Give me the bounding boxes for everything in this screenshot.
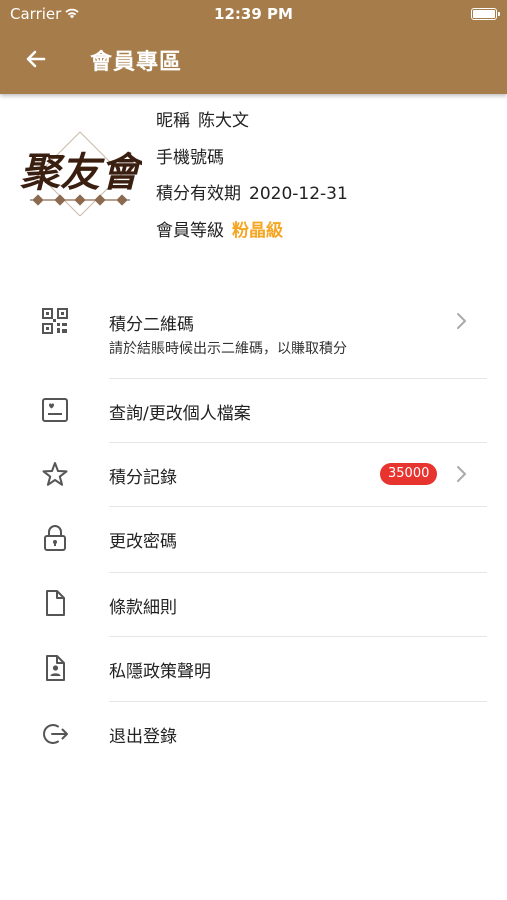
chevron-right-icon (457, 466, 466, 482)
status-bar: Carrier 12:39 PM (0, 5, 507, 25)
menu-item-privacy[interactable]: 私隱政策聲明 (0, 636, 507, 700)
member-level-value: 粉晶級 (232, 221, 283, 241)
lock-icon (44, 525, 66, 551)
phone-row: 手機號碼 (156, 143, 232, 168)
qr-code-icon (42, 308, 68, 334)
menu-item-points-qr[interactable]: 積分二維碼 請於結賬時候出示二維碼，以賺取積分 (0, 296, 507, 378)
nickname-label: 昵稱 (156, 111, 190, 131)
chevron-right-icon (457, 313, 466, 329)
menu-item-logout[interactable]: 退出登錄 (0, 701, 507, 765)
nickname-row: 昵稱 陈大文 (156, 106, 249, 131)
clock: 12:39 PM (214, 5, 293, 23)
star-icon (42, 462, 68, 486)
menu-item-terms[interactable]: 條款細則 (0, 572, 507, 636)
document-icon (46, 590, 65, 616)
points-expiry-value: 2020-12-31 (249, 184, 348, 204)
menu-label-privacy: 私隱政策聲明 (109, 662, 211, 682)
phone-label: 手機號碼 (156, 148, 224, 168)
battery-icon (471, 8, 500, 20)
points-expiry-label: 積分有效期 (156, 184, 241, 204)
menu-label-profile: 查詢/更改個人檔案 (109, 404, 251, 424)
id-card-icon (42, 398, 68, 422)
club-logo: 聚友會 (18, 130, 147, 217)
app-header: Carrier 12:39 PM 會員專區 (0, 0, 507, 94)
member-level-row: 會員等級 粉晶級 (156, 216, 283, 241)
points-badge: 35000 (380, 463, 438, 485)
back-arrow-icon[interactable] (24, 47, 48, 71)
points-expiry-row: 積分有效期 2020-12-31 (156, 179, 348, 204)
menu-label-points-qr: 積分二維碼 (109, 315, 194, 335)
user-document-icon (46, 655, 65, 681)
logout-icon (43, 724, 68, 744)
menu-label-change-password: 更改密碼 (109, 532, 177, 552)
svg-text:聚友會: 聚友會 (20, 149, 142, 196)
menu-sub-points-qr: 請於結賬時候出示二維碼，以賺取積分 (109, 341, 347, 357)
menu-label-terms: 條款細則 (109, 598, 177, 618)
menu-item-change-password[interactable]: 更改密碼 (0, 506, 507, 570)
menu-label-points-log: 積分記錄 (109, 468, 177, 488)
page-title: 會員專區 (90, 50, 183, 75)
nickname-value: 陈大文 (198, 111, 249, 131)
menu-item-profile[interactable]: 查詢/更改個人檔案 (0, 378, 507, 442)
menu-item-points-log[interactable]: 積分記錄 35000 (0, 442, 507, 506)
menu-label-logout: 退出登錄 (109, 727, 177, 747)
member-level-label: 會員等級 (156, 221, 224, 241)
